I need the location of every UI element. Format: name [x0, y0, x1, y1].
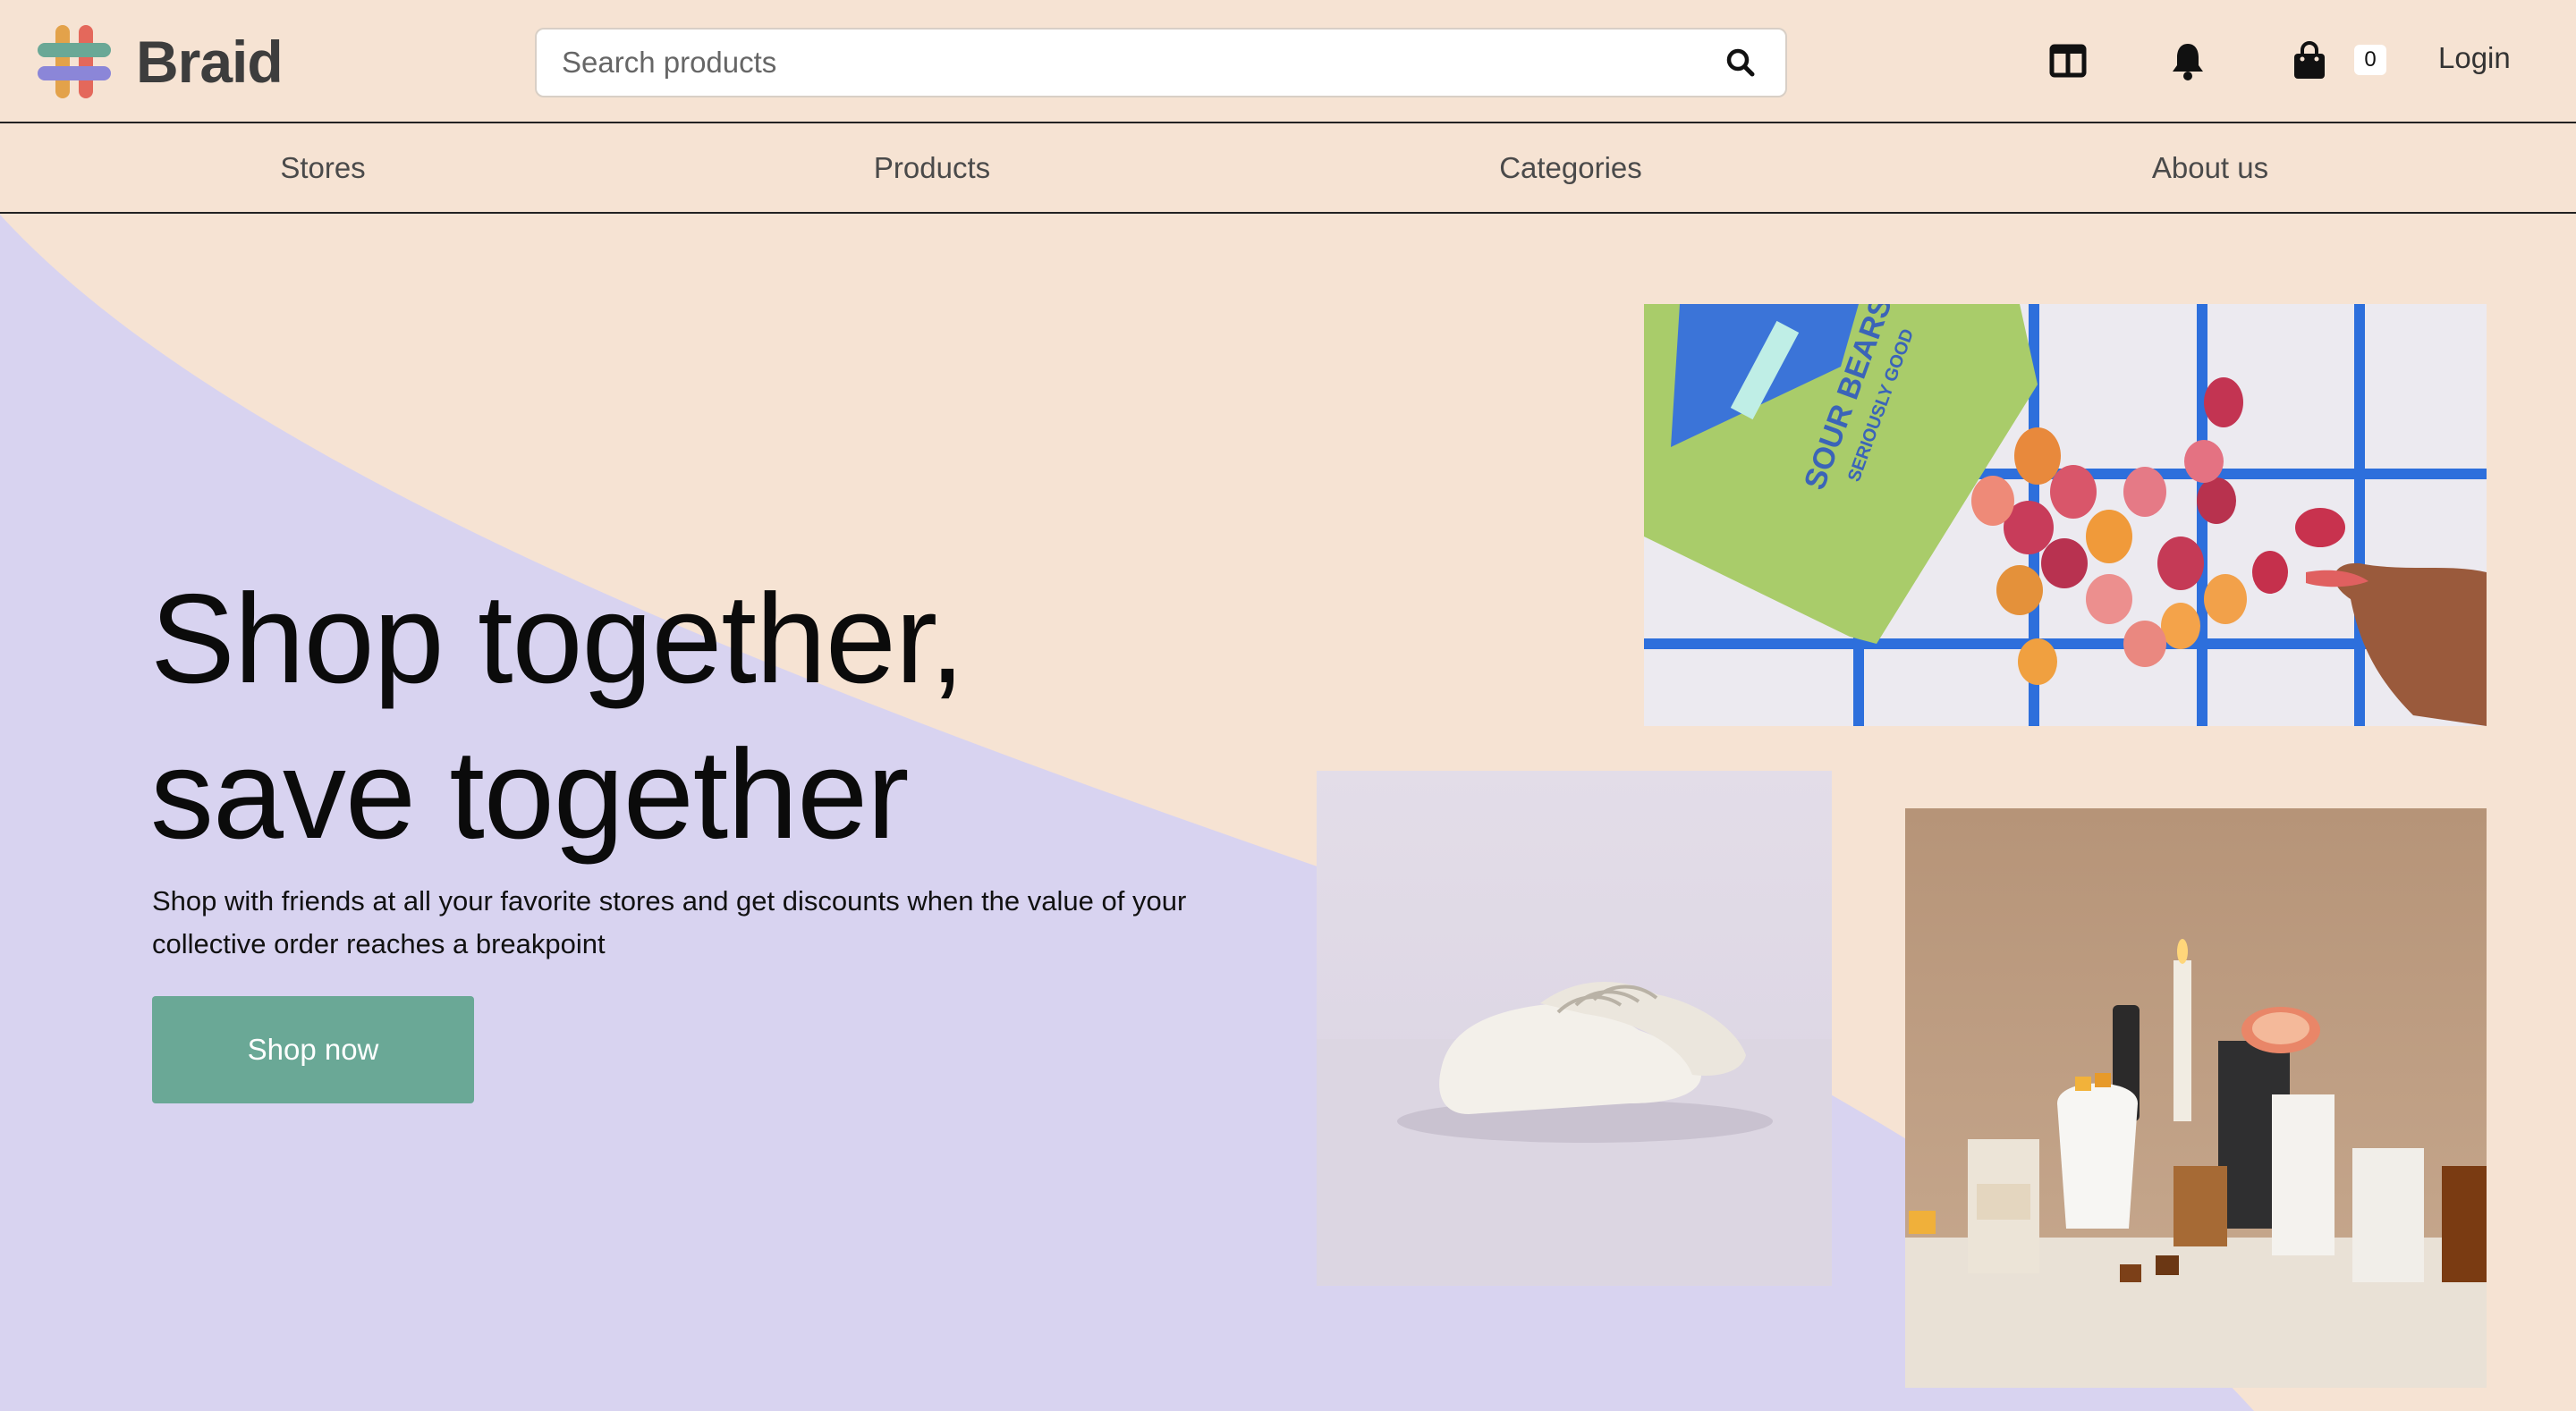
brand-logo[interactable]: Braid: [36, 23, 284, 100]
nav-item-about-us[interactable]: About us: [2152, 151, 2268, 185]
shop-now-button[interactable]: Shop now: [152, 996, 474, 1103]
gummy-bears-image[interactable]: SOUR BEARS SERIOUSLY GOOD: [1644, 304, 2487, 726]
search-icon[interactable]: [1721, 43, 1760, 82]
site-header: Braid 0 Login: [0, 0, 2576, 123]
braid-logo-icon: [38, 25, 111, 98]
search-input[interactable]: [562, 46, 1721, 80]
main-nav: Stores Products Categories About us: [0, 124, 2576, 214]
nav-item-categories[interactable]: Categories: [1499, 151, 1642, 185]
cart-count-badge: 0: [2354, 45, 2386, 75]
hero-title-line-1: Shop together,: [150, 568, 965, 710]
hero-subtitle: Shop with friends at all your favorite s…: [152, 885, 1187, 959]
nav-item-products[interactable]: Products: [874, 151, 990, 185]
search-bar: [535, 28, 1787, 97]
sneakers-image[interactable]: [1317, 771, 1832, 1286]
login-link[interactable]: Login: [2438, 41, 2511, 75]
brand-name: Braid: [136, 29, 284, 95]
hero-title-line-2: save together: [150, 723, 909, 866]
nav-item-stores[interactable]: Stores: [280, 151, 365, 185]
still-life-products-image[interactable]: [1905, 808, 2487, 1388]
catalog-icon[interactable]: [2045, 38, 2091, 84]
shopping-bag-icon[interactable]: [2286, 38, 2333, 84]
bell-icon[interactable]: [2165, 38, 2211, 84]
hero-title: Shop together, save together: [150, 562, 1313, 873]
